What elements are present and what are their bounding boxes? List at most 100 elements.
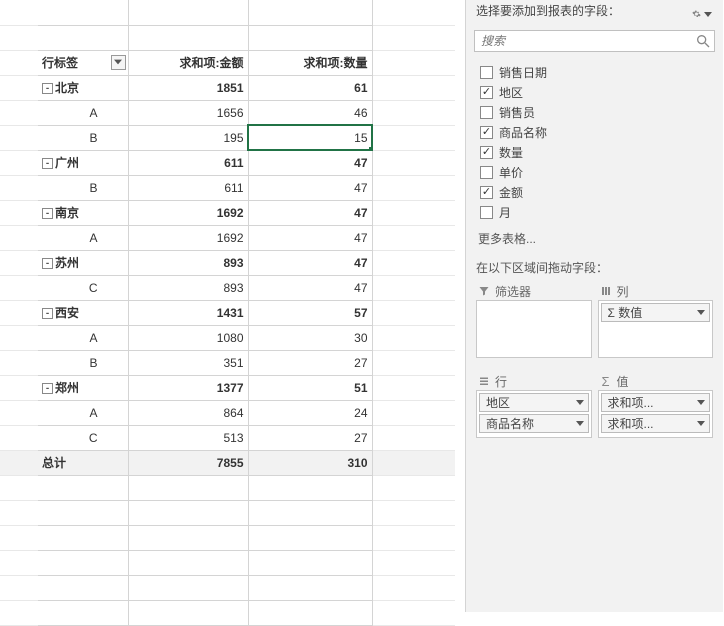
city-qty[interactable]: 57 xyxy=(248,300,372,325)
city-amount[interactable]: 1851 xyxy=(128,75,248,100)
empty-cell[interactable] xyxy=(38,25,128,50)
empty-cell[interactable] xyxy=(128,25,248,50)
sub-label[interactable]: A xyxy=(38,225,128,250)
empty-cell[interactable] xyxy=(248,600,372,625)
field-checkbox[interactable] xyxy=(480,206,493,219)
empty-cell[interactable] xyxy=(248,0,372,25)
sub-label[interactable]: A xyxy=(38,400,128,425)
collapse-toggle[interactable]: - xyxy=(42,308,53,319)
field-checkbox[interactable] xyxy=(480,146,493,159)
empty-cell[interactable] xyxy=(248,500,372,525)
sub-amount[interactable]: 1692 xyxy=(128,225,248,250)
field-item[interactable]: 商品名称 xyxy=(480,122,713,142)
sub-label[interactable]: C xyxy=(38,275,128,300)
sub-amount[interactable]: 893 xyxy=(128,275,248,300)
collapse-toggle[interactable]: - xyxy=(42,208,53,219)
sub-qty[interactable]: 47 xyxy=(248,175,372,200)
sub-qty[interactable]: 15 xyxy=(248,125,372,150)
zone-chip[interactable]: 求和项... xyxy=(601,414,711,433)
zone-filter[interactable] xyxy=(476,300,592,358)
empty-cell[interactable] xyxy=(248,525,372,550)
grand-total-qty[interactable]: 310 xyxy=(248,450,372,475)
empty-cell[interactable] xyxy=(128,600,248,625)
field-checkbox[interactable] xyxy=(480,166,493,179)
empty-cell[interactable] xyxy=(38,525,128,550)
empty-cell[interactable] xyxy=(128,500,248,525)
sub-qty[interactable]: 47 xyxy=(248,275,372,300)
empty-cell[interactable] xyxy=(128,550,248,575)
city-qty[interactable]: 47 xyxy=(248,200,372,225)
empty-cell[interactable] xyxy=(248,25,372,50)
sub-label[interactable]: A xyxy=(38,100,128,125)
field-checkbox[interactable] xyxy=(480,106,493,119)
city-amount[interactable]: 893 xyxy=(128,250,248,275)
field-item[interactable]: 地区 xyxy=(480,82,713,102)
city-label[interactable]: -郑州 xyxy=(38,375,128,400)
field-checkbox[interactable] xyxy=(480,86,493,99)
sub-qty[interactable]: 30 xyxy=(248,325,372,350)
sub-amount[interactable]: 513 xyxy=(128,425,248,450)
city-qty[interactable]: 47 xyxy=(248,250,372,275)
city-amount[interactable]: 611 xyxy=(128,150,248,175)
sub-amount[interactable]: 864 xyxy=(128,400,248,425)
collapse-toggle[interactable]: - xyxy=(42,158,53,169)
city-qty[interactable]: 47 xyxy=(248,150,372,175)
city-amount[interactable]: 1377 xyxy=(128,375,248,400)
zone-chip[interactable]: 求和项... xyxy=(601,393,711,412)
zone-chip[interactable]: 地区 xyxy=(479,393,589,412)
city-label[interactable]: -苏州 xyxy=(38,250,128,275)
sub-label[interactable]: B xyxy=(38,350,128,375)
sub-label[interactable]: A xyxy=(38,325,128,350)
field-item[interactable]: 数量 xyxy=(480,142,713,162)
empty-cell[interactable] xyxy=(38,550,128,575)
sub-label[interactable]: B xyxy=(38,125,128,150)
empty-cell[interactable] xyxy=(248,475,372,500)
city-label[interactable]: -南京 xyxy=(38,200,128,225)
sub-amount[interactable]: 1080 xyxy=(128,325,248,350)
header-amount[interactable]: 求和项:金额 xyxy=(128,50,248,75)
sub-amount[interactable]: 611 xyxy=(128,175,248,200)
city-qty[interactable]: 51 xyxy=(248,375,372,400)
pivot-table[interactable]: 行标签求和项:金额求和项:数量-北京185161A165646B19515-广州… xyxy=(0,0,455,626)
sub-amount[interactable]: 1656 xyxy=(128,100,248,125)
field-item[interactable]: 单价 xyxy=(480,162,713,182)
city-amount[interactable]: 1431 xyxy=(128,300,248,325)
grand-total-label[interactable]: 总计 xyxy=(38,450,128,475)
city-label[interactable]: -西安 xyxy=(38,300,128,325)
more-tables-link[interactable]: 更多表格... xyxy=(466,222,723,247)
zone-rows[interactable]: 地区商品名称 xyxy=(476,390,592,438)
collapse-toggle[interactable]: - xyxy=(42,258,53,269)
row-labels-dropdown[interactable] xyxy=(111,55,126,70)
empty-cell[interactable] xyxy=(128,525,248,550)
sub-qty[interactable]: 27 xyxy=(248,425,372,450)
empty-cell[interactable] xyxy=(38,600,128,625)
sub-label[interactable]: B xyxy=(38,175,128,200)
empty-cell[interactable] xyxy=(128,575,248,600)
field-checkbox[interactable] xyxy=(480,66,493,79)
empty-cell[interactable] xyxy=(38,475,128,500)
sub-qty[interactable]: 46 xyxy=(248,100,372,125)
sub-qty[interactable]: 27 xyxy=(248,350,372,375)
zone-columns[interactable]: Σ 数值 xyxy=(598,300,714,358)
field-item[interactable]: 销售员 xyxy=(480,102,713,122)
empty-cell[interactable] xyxy=(38,500,128,525)
pane-settings-button[interactable] xyxy=(691,4,713,24)
grand-total-amount[interactable]: 7855 xyxy=(128,450,248,475)
selection-handle[interactable] xyxy=(369,147,373,151)
field-item[interactable]: 金额 xyxy=(480,182,713,202)
zone-values[interactable]: 求和项... 求和项... xyxy=(598,390,714,438)
empty-cell[interactable] xyxy=(38,575,128,600)
field-search-input[interactable] xyxy=(474,30,715,52)
city-qty[interactable]: 61 xyxy=(248,75,372,100)
field-item[interactable]: 销售日期 xyxy=(480,62,713,82)
zone-chip[interactable]: Σ 数值 xyxy=(601,303,711,322)
sub-label[interactable]: C xyxy=(38,425,128,450)
field-checkbox[interactable] xyxy=(480,126,493,139)
empty-cell[interactable] xyxy=(128,475,248,500)
empty-cell[interactable] xyxy=(248,575,372,600)
empty-cell[interactable] xyxy=(128,0,248,25)
header-row-labels[interactable]: 行标签 xyxy=(38,50,128,75)
zone-chip[interactable]: 商品名称 xyxy=(479,414,589,433)
sub-amount[interactable]: 195 xyxy=(128,125,248,150)
field-item[interactable]: 月 xyxy=(480,202,713,222)
